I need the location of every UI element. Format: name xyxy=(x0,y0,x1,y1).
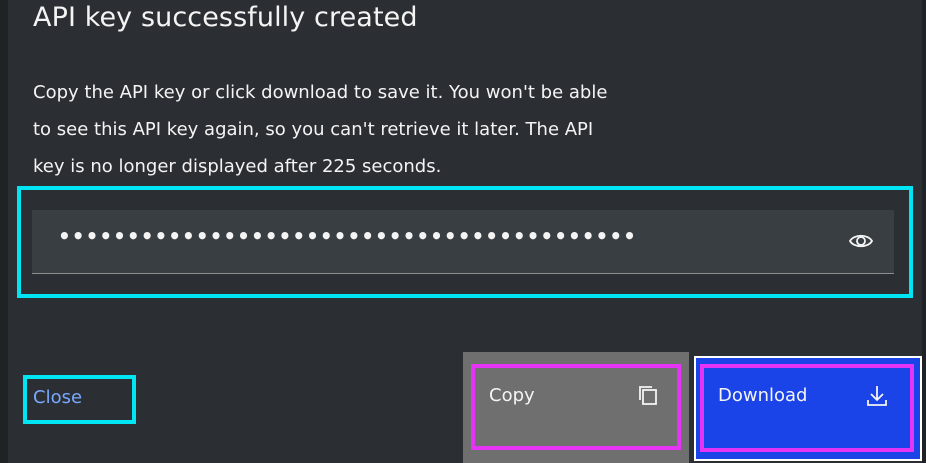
backdrop-right xyxy=(922,0,926,463)
eye-icon[interactable] xyxy=(848,230,874,252)
body-line: Copy the API key or click download to sa… xyxy=(33,82,608,103)
body-line: key is no longer displayed after 225 sec… xyxy=(33,156,442,177)
download-button[interactable]: Download xyxy=(694,356,922,461)
body-line: to see this API key again, so you can't … xyxy=(33,119,594,140)
api-key-field[interactable]: ••••••••••••••••••••••••••••••••••••••••… xyxy=(32,210,894,274)
dialog-body: Copy the API key or click download to sa… xyxy=(33,74,733,185)
backdrop-left xyxy=(0,0,8,463)
copy-label[interactable]: Copy xyxy=(489,385,535,406)
download-icon[interactable] xyxy=(866,384,888,408)
dialog-title: API key successfully created xyxy=(33,2,418,33)
api-key-dialog: API key successfully created Copy the AP… xyxy=(8,0,922,463)
copy-button[interactable]: Copy xyxy=(463,352,689,463)
close-label[interactable]: Close xyxy=(33,387,82,408)
download-label[interactable]: Download xyxy=(718,385,807,406)
copy-icon[interactable] xyxy=(637,384,659,406)
copy-button-highlight xyxy=(471,364,681,450)
close-button[interactable]: Close xyxy=(23,375,136,424)
api-key-masked-value[interactable]: ••••••••••••••••••••••••••••••••••••••••… xyxy=(58,224,637,248)
